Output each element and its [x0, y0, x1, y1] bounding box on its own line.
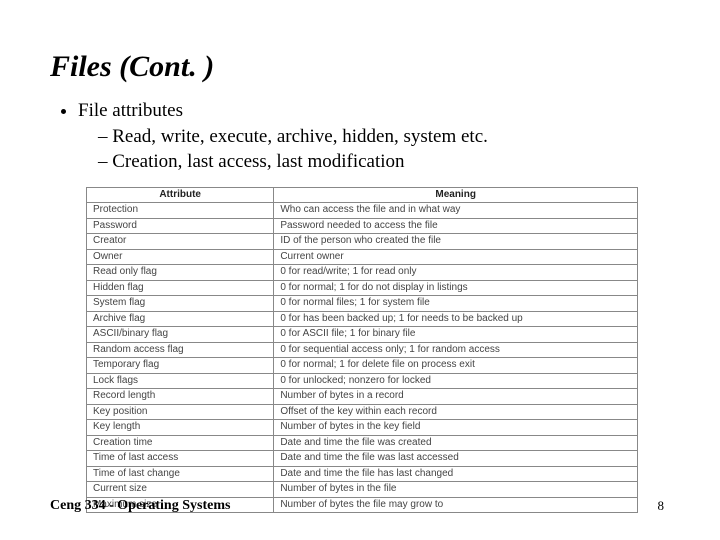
cell-meaning: 0 for ASCII file; 1 for binary file: [274, 327, 638, 343]
bullet-sub-1: Read, write, execute, archive, hidden, s…: [98, 124, 670, 150]
cell-attribute: Record length: [87, 389, 274, 405]
cell-meaning: 0 for unlocked; nonzero for locked: [274, 373, 638, 389]
table-row: Archive flag0 for has been backed up; 1 …: [87, 311, 638, 327]
cell-meaning: Who can access the file and in what way: [274, 203, 638, 219]
cell-meaning: Current owner: [274, 249, 638, 265]
table-row: ASCII/binary flag0 for ASCII file; 1 for…: [87, 327, 638, 343]
cell-meaning: Offset of the key within each record: [274, 404, 638, 420]
table-row: Temporary flag0 for normal; 1 for delete…: [87, 358, 638, 374]
cell-meaning: Number of bytes the file may grow to: [274, 497, 638, 513]
table-row: Record lengthNumber of bytes in a record: [87, 389, 638, 405]
attributes-table: Attribute Meaning ProtectionWho can acce…: [86, 187, 638, 514]
col-header-attribute: Attribute: [87, 187, 274, 203]
table-row: Random access flag0 for sequential acces…: [87, 342, 638, 358]
col-header-meaning: Meaning: [274, 187, 638, 203]
cell-meaning: Number of bytes in the key field: [274, 420, 638, 436]
cell-attribute: Owner: [87, 249, 274, 265]
table-row: Time of last accessDate and time the fil…: [87, 451, 638, 467]
cell-meaning: Date and time the file was created: [274, 435, 638, 451]
cell-meaning: 0 for has been backed up; 1 for needs to…: [274, 311, 638, 327]
bullet-sub-2: Creation, last access, last modification: [98, 149, 670, 175]
cell-attribute: Creation time: [87, 435, 274, 451]
table-row: Read only flag0 for read/write; 1 for re…: [87, 265, 638, 281]
cell-attribute: Creator: [87, 234, 274, 250]
cell-attribute: Archive flag: [87, 311, 274, 327]
cell-meaning: Password needed to access the file: [274, 218, 638, 234]
cell-meaning: Number of bytes in a record: [274, 389, 638, 405]
attributes-table-wrap: Attribute Meaning ProtectionWho can acce…: [86, 187, 638, 514]
cell-attribute: Password: [87, 218, 274, 234]
cell-attribute: Lock flags: [87, 373, 274, 389]
cell-attribute: System flag: [87, 296, 274, 312]
cell-attribute: Read only flag: [87, 265, 274, 281]
cell-attribute: ASCII/binary flag: [87, 327, 274, 343]
bullet-primary: File attributes Read, write, execute, ar…: [78, 98, 670, 175]
bullet-list: File attributes Read, write, execute, ar…: [50, 98, 670, 175]
cell-meaning: Date and time the file was last accessed: [274, 451, 638, 467]
table-row: Key positionOffset of the key within eac…: [87, 404, 638, 420]
table-row: Current sizeNumber of bytes in the file: [87, 482, 638, 498]
bullet-primary-text: File attributes: [78, 100, 183, 121]
cell-attribute: Key position: [87, 404, 274, 420]
table-row: Key lengthNumber of bytes in the key fie…: [87, 420, 638, 436]
table-row: ProtectionWho can access the file and in…: [87, 203, 638, 219]
cell-attribute: Key length: [87, 420, 274, 436]
cell-attribute: Hidden flag: [87, 280, 274, 296]
page-number: 8: [658, 498, 665, 514]
cell-meaning: 0 for sequential access only; 1 for rand…: [274, 342, 638, 358]
table-row: Time of last changeDate and time the fil…: [87, 466, 638, 482]
cell-meaning: Number of bytes in the file: [274, 482, 638, 498]
cell-attribute: Current size: [87, 482, 274, 498]
cell-meaning: ID of the person who created the file: [274, 234, 638, 250]
cell-meaning: 0 for normal; 1 for do not display in li…: [274, 280, 638, 296]
cell-attribute: Random access flag: [87, 342, 274, 358]
cell-attribute: Protection: [87, 203, 274, 219]
cell-meaning: 0 for normal; 1 for delete file on proce…: [274, 358, 638, 374]
table-row: OwnerCurrent owner: [87, 249, 638, 265]
cell-meaning: 0 for normal files; 1 for system file: [274, 296, 638, 312]
table-row: Lock flags0 for unlocked; nonzero for lo…: [87, 373, 638, 389]
cell-attribute: Time of last change: [87, 466, 274, 482]
table-row: Creation timeDate and time the file was …: [87, 435, 638, 451]
table-row: PasswordPassword needed to access the fi…: [87, 218, 638, 234]
cell-meaning: 0 for read/write; 1 for read only: [274, 265, 638, 281]
slide-title: Files (Cont. ): [50, 50, 670, 84]
cell-attribute: Temporary flag: [87, 358, 274, 374]
table-row: CreatorID of the person who created the …: [87, 234, 638, 250]
cell-meaning: Date and time the file has last changed: [274, 466, 638, 482]
cell-attribute: Time of last access: [87, 451, 274, 467]
footer-text: Ceng 334 - Operating Systems: [50, 498, 230, 514]
table-row: System flag0 for normal files; 1 for sys…: [87, 296, 638, 312]
table-row: Hidden flag0 for normal; 1 for do not di…: [87, 280, 638, 296]
